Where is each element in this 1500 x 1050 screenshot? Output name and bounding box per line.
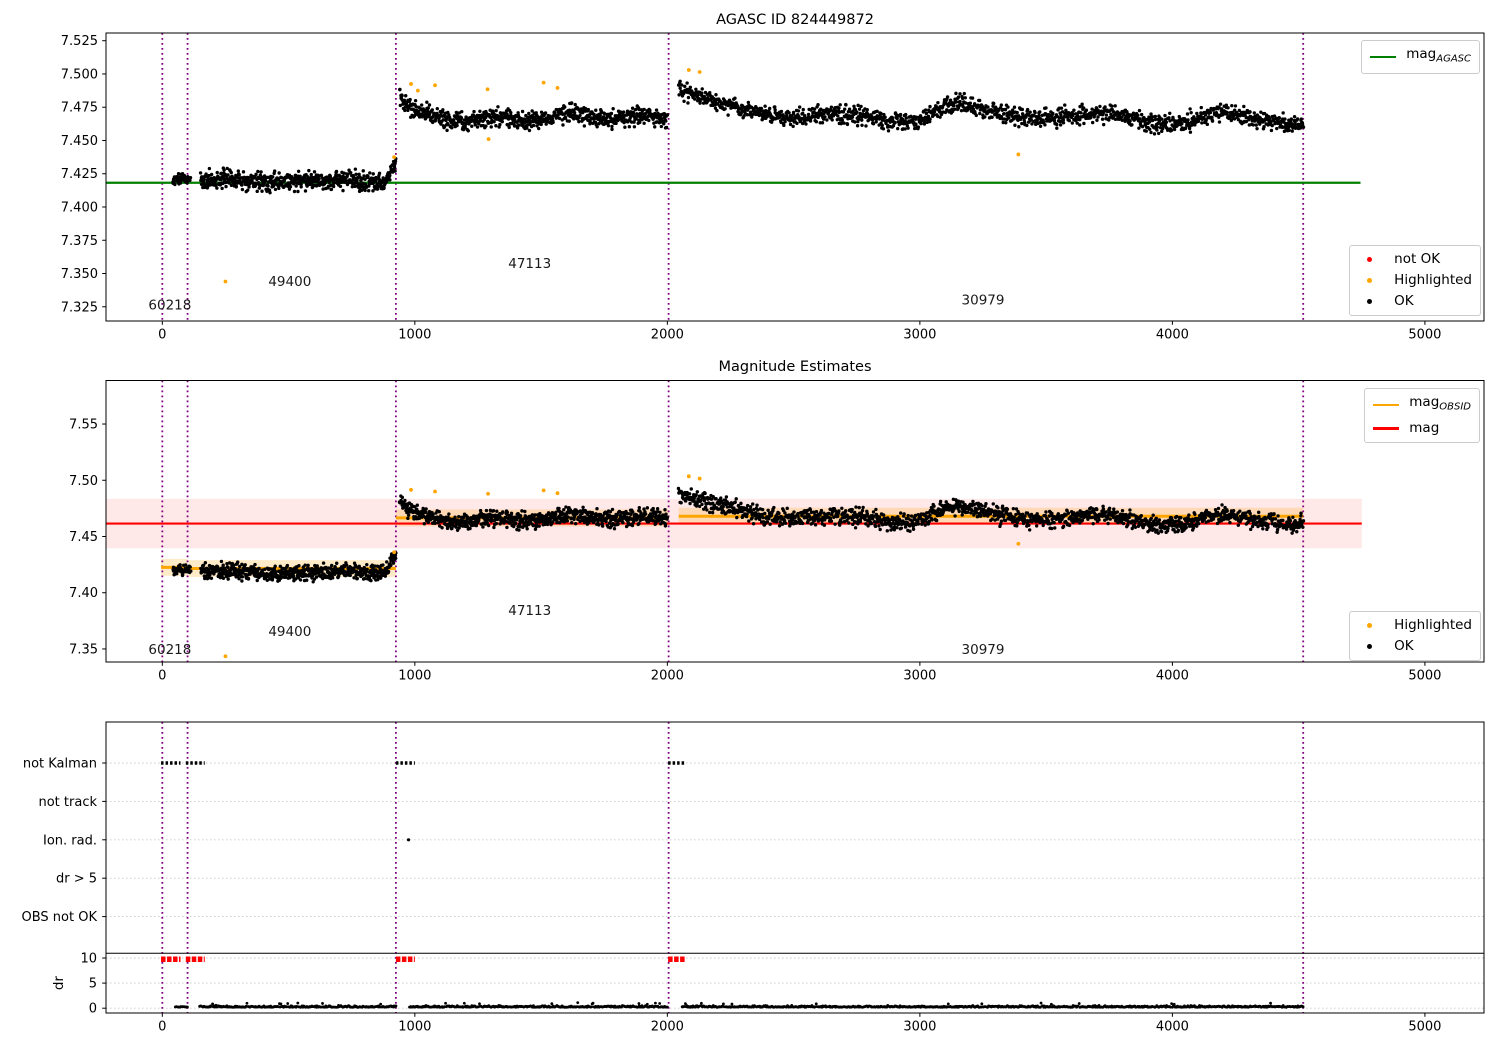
y-tick-label: 7.450: [61, 134, 98, 149]
legend-item: not OK: [1356, 249, 1472, 270]
x-tick-label: 1000: [398, 328, 431, 343]
dr-tick-label: 0: [89, 1002, 97, 1017]
top-magnitude-chart: 0 1000 2000 3000 4000 5000 7.325 7.350 7.375 7.40…: [61, 32, 1485, 343]
legend-item: OK: [1356, 291, 1472, 312]
flags-chart: not Kalman not track Ion. rad. dr > 5 OBS no…: [22, 721, 1485, 1035]
legend-label: Highlighted: [1394, 617, 1472, 633]
magnitude-estimates-chart: 0 1000 2000 3000 4000 5000 7.35 7.40 7.45 7.50 7.5…: [69, 380, 1485, 684]
legend-label: magAGASC: [1406, 46, 1471, 65]
x-tick-label: 5000: [1408, 669, 1441, 684]
y-tick-label: 7.35: [69, 642, 98, 657]
legend-label: mag: [1409, 419, 1440, 436]
legend-label: magOBSID: [1409, 394, 1471, 413]
x-tick-label: 0: [158, 1020, 166, 1035]
x-tick-label: 5000: [1408, 1020, 1441, 1035]
figure-canvas: 0 1000 2000 3000 4000 50007.3257.3507.3757.40…: [22, 32, 1485, 1035]
legend-dot-icon: [1356, 274, 1386, 288]
x-tick-label: 1000: [398, 669, 431, 684]
legend-dot-icon: [1356, 253, 1386, 267]
y-tick-label: 7.50: [69, 474, 98, 489]
x-tick-label: 4000: [1156, 1020, 1189, 1035]
legend-point-status-top: not OK Highlighted OK: [1349, 245, 1481, 316]
dr-scatter: [173, 1001, 1305, 1009]
legend-item: Highlighted: [1356, 615, 1472, 636]
legend-label: Highlighted: [1394, 272, 1472, 288]
y-tick-label: 7.45: [69, 530, 98, 545]
x-tick-label: 2000: [651, 669, 684, 684]
y-tick-label: 7.525: [61, 34, 98, 49]
legend-dot-icon: [1356, 295, 1386, 309]
x-tick-label: 0: [158, 328, 166, 343]
agasc-magnitude-figure: AGASC ID 824449872 Magnitude Estimates 0…: [0, 0, 1500, 1050]
legend-mag-lines: magOBSID mag: [1364, 388, 1480, 443]
x-tick-label: 3000: [903, 1020, 936, 1035]
legend-dot-icon: [1356, 640, 1386, 654]
legend-line-icon: [1368, 50, 1398, 64]
x-tick-label: 2000: [651, 328, 684, 343]
axes-border: [105, 721, 1485, 1014]
obsid-annotation: 47113: [508, 603, 551, 619]
x-tick-label: 1000: [398, 1020, 431, 1035]
flag-row-label: OBS not OK: [22, 910, 98, 925]
obsid-annotation: 49400: [268, 624, 311, 640]
flag-row-label: not track: [38, 795, 97, 810]
y-tick-label: 7.325: [61, 300, 98, 315]
x-tick-label: 3000: [903, 328, 936, 343]
y-tick-label: 7.40: [69, 586, 98, 601]
y-tick-label: 7.55: [69, 418, 98, 433]
y-tick-label: 7.425: [61, 167, 98, 182]
x-tick-label: 3000: [903, 669, 936, 684]
legend-item: Highlighted: [1356, 270, 1472, 291]
obsid-annotation: 30979: [962, 293, 1005, 309]
y-tick-label: 7.375: [61, 234, 98, 249]
ion-rad-flag-point: [406, 838, 411, 842]
flag-row-label: Ion. rad.: [43, 833, 97, 848]
legend-label: OK: [1394, 293, 1414, 309]
obsid-annotation: 47113: [508, 256, 551, 272]
legend-label: not OK: [1394, 251, 1441, 267]
y-tick-label: 7.475: [61, 101, 98, 116]
legend-point-status-middle: Highlighted OK: [1349, 611, 1481, 661]
legend-dot-icon: [1356, 619, 1386, 633]
legend-mag-agasc: magAGASC: [1361, 40, 1480, 74]
flag-row-label: dr > 5: [56, 872, 97, 887]
x-tick-label: 4000: [1156, 669, 1189, 684]
dr-tick-label: 5: [89, 977, 97, 992]
legend-item: OK: [1356, 636, 1472, 657]
y-tick-label: 7.500: [61, 67, 98, 82]
legend-line-icon: [1371, 421, 1401, 435]
dr-axis-label: dr: [51, 976, 67, 991]
y-tick-label: 7.350: [61, 267, 98, 282]
legend-item: mag: [1371, 418, 1471, 439]
obsid-annotation: 30979: [962, 642, 1005, 658]
legend-line-icon: [1371, 398, 1401, 412]
x-tick-label: 4000: [1156, 328, 1189, 343]
flag-row-label: not Kalman: [23, 757, 97, 772]
obsid-annotation: 60218: [148, 642, 191, 658]
obsid-annotation: 49400: [268, 274, 311, 290]
x-tick-label: 5000: [1408, 328, 1441, 343]
ok-scatter: [171, 79, 1306, 195]
x-tick-label: 2000: [651, 1020, 684, 1035]
dr-tick-label: 10: [80, 952, 97, 967]
x-tick-label: 0: [158, 669, 166, 684]
legend-item: magAGASC: [1368, 44, 1471, 70]
legend-label: OK: [1394, 638, 1414, 654]
obsid-annotation: 60218: [148, 297, 191, 313]
y-tick-label: 7.400: [61, 200, 98, 215]
legend-item: magOBSID: [1371, 392, 1471, 418]
